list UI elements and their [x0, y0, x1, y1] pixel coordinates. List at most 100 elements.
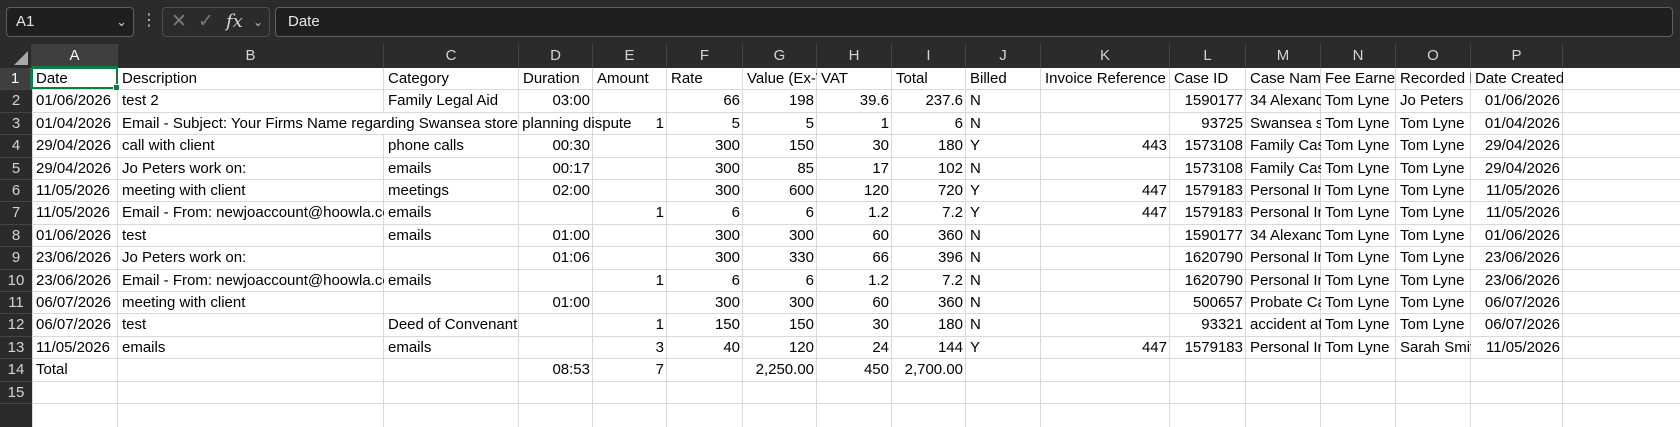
- header-cell[interactable]: Billed: [967, 68, 1041, 89]
- column-header-a[interactable]: A: [32, 44, 118, 68]
- data-cell[interactable]: Personal Injury: [1247, 202, 1321, 223]
- data-cell[interactable]: Tom Lyne: [1322, 158, 1396, 179]
- column-header-k[interactable]: K: [1041, 44, 1170, 68]
- data-cell[interactable]: 29/04/2026: [33, 158, 118, 179]
- data-cell[interactable]: 01:00: [520, 292, 593, 313]
- row-header-6[interactable]: 6: [0, 180, 32, 203]
- data-cell[interactable]: 06/07/2026: [33, 314, 118, 335]
- data-cell[interactable]: 30: [818, 314, 892, 335]
- data-cell[interactable]: Tom Lyne: [1397, 247, 1471, 268]
- data-cell[interactable]: Probate Case: [1247, 292, 1321, 313]
- data-cell[interactable]: 00:30: [520, 135, 593, 156]
- data-cell[interactable]: 11/05/2026: [1472, 180, 1563, 201]
- total-cell[interactable]: 2,250.00: [744, 359, 817, 380]
- enter-icon[interactable]: ✓: [198, 10, 214, 33]
- data-cell[interactable]: 01/06/2026: [1472, 225, 1563, 246]
- data-cell[interactable]: 1573108: [1171, 158, 1246, 179]
- data-cell[interactable]: 93321: [1171, 314, 1246, 335]
- more-options-icon[interactable]: ⋮: [141, 10, 157, 32]
- data-cell[interactable]: Family Legal Aid: [385, 90, 519, 111]
- data-cell[interactable]: Tom Lyne: [1322, 247, 1396, 268]
- data-cell[interactable]: test: [119, 314, 384, 335]
- data-cell[interactable]: Family Case: [1247, 135, 1321, 156]
- data-cell[interactable]: 01/04/2026: [33, 113, 118, 134]
- row-header-3[interactable]: 3: [0, 113, 32, 136]
- data-cell[interactable]: Personal Injury: [1247, 180, 1321, 201]
- data-cell[interactable]: accident at work: [1247, 314, 1321, 335]
- row-header-12[interactable]: 12: [0, 314, 32, 337]
- data-cell[interactable]: N: [967, 247, 1041, 268]
- row-header-7[interactable]: 7: [0, 202, 32, 225]
- data-cell[interactable]: 23/06/2026: [1472, 270, 1563, 291]
- column-header-g[interactable]: G: [743, 44, 817, 68]
- data-cell[interactable]: 01/04/2026: [1472, 113, 1563, 134]
- column-header-m[interactable]: M: [1246, 44, 1321, 68]
- data-cell[interactable]: 40: [668, 337, 743, 358]
- data-cell[interactable]: 23/06/2026: [1472, 247, 1563, 268]
- chevron-down-icon[interactable]: ⌄: [116, 8, 127, 36]
- row-header-8[interactable]: 8: [0, 225, 32, 248]
- data-cell[interactable]: 23/06/2026: [33, 270, 118, 291]
- data-cell[interactable]: 600: [744, 180, 817, 201]
- data-cell[interactable]: call with client: [119, 135, 384, 156]
- data-cell[interactable]: 1590177: [1171, 225, 1246, 246]
- data-cell[interactable]: 06/07/2026: [1472, 292, 1563, 313]
- data-cell[interactable]: Tom Lyne: [1322, 202, 1396, 223]
- data-cell[interactable]: 02:00: [520, 180, 593, 201]
- data-cell[interactable]: 6: [744, 202, 817, 223]
- data-cell[interactable]: 11/05/2026: [33, 337, 118, 358]
- data-cell[interactable]: 360: [893, 292, 966, 313]
- header-cell[interactable]: Value (Ex-VAT): [744, 68, 817, 89]
- formula-input[interactable]: Date: [275, 7, 1673, 37]
- cell-area[interactable]: Date Description Category Duration Amount Rat…: [31, 67, 1680, 427]
- header-cell[interactable]: Amount: [594, 68, 667, 89]
- chevron-down-icon[interactable]: ⌄: [253, 15, 263, 29]
- data-cell[interactable]: test: [119, 225, 384, 246]
- data-cell[interactable]: 17: [818, 158, 892, 179]
- data-cell[interactable]: N: [967, 113, 1041, 134]
- data-cell[interactable]: 29/04/2026: [1472, 135, 1563, 156]
- data-cell[interactable]: N: [967, 270, 1041, 291]
- data-cell[interactable]: 01/06/2026: [1472, 90, 1563, 111]
- data-cell[interactable]: Tom Lyne: [1397, 202, 1471, 223]
- cancel-icon[interactable]: ✕: [171, 10, 187, 33]
- data-cell[interactable]: Tom Lyne: [1397, 113, 1471, 134]
- data-cell[interactable]: emails: [385, 337, 519, 358]
- data-cell[interactable]: N: [967, 225, 1041, 246]
- column-header-i[interactable]: I: [892, 44, 966, 68]
- data-cell[interactable]: 00:17: [520, 158, 593, 179]
- header-cell[interactable]: Total: [893, 68, 966, 89]
- row-header-11[interactable]: 11: [0, 292, 32, 315]
- data-cell[interactable]: N: [967, 314, 1041, 335]
- row-header-14[interactable]: 14: [0, 359, 32, 382]
- data-cell[interactable]: 300: [668, 247, 743, 268]
- data-cell[interactable]: 330: [744, 247, 817, 268]
- column-header-b[interactable]: B: [118, 44, 384, 68]
- data-cell[interactable]: 447: [1042, 202, 1170, 223]
- data-cell[interactable]: Jo Peters work on:: [119, 247, 384, 268]
- total-cell[interactable]: 08:53: [520, 359, 593, 380]
- data-cell[interactable]: 180: [893, 135, 966, 156]
- header-cell[interactable]: Invoice Reference: [1042, 68, 1170, 89]
- data-cell[interactable]: Swansea store: [1247, 113, 1321, 134]
- header-cell[interactable]: Case Name: [1247, 68, 1321, 89]
- row-header-1[interactable]: 1: [0, 68, 32, 91]
- data-cell[interactable]: 500657: [1171, 292, 1246, 313]
- data-cell[interactable]: Tom Lyne: [1397, 225, 1471, 246]
- data-cell[interactable]: Tom Lyne: [1322, 135, 1396, 156]
- data-cell[interactable]: Y: [967, 202, 1041, 223]
- data-cell[interactable]: 1: [594, 113, 667, 134]
- data-cell[interactable]: meeting with client: [119, 180, 384, 201]
- data-cell[interactable]: 1579183: [1171, 180, 1246, 201]
- data-cell[interactable]: 150: [744, 135, 817, 156]
- data-cell[interactable]: Tom Lyne: [1397, 292, 1471, 313]
- data-cell[interactable]: Tom Lyne: [1322, 225, 1396, 246]
- data-cell[interactable]: 1: [594, 270, 667, 291]
- data-cell[interactable]: 60: [818, 225, 892, 246]
- data-cell[interactable]: 34 Alexandra: [1247, 225, 1321, 246]
- data-cell[interactable]: 6: [668, 202, 743, 223]
- data-cell[interactable]: 29/04/2026: [1472, 158, 1563, 179]
- data-cell[interactable]: emails: [385, 225, 519, 246]
- total-cell[interactable]: 2,700.00: [893, 359, 966, 380]
- data-cell[interactable]: 300: [668, 135, 743, 156]
